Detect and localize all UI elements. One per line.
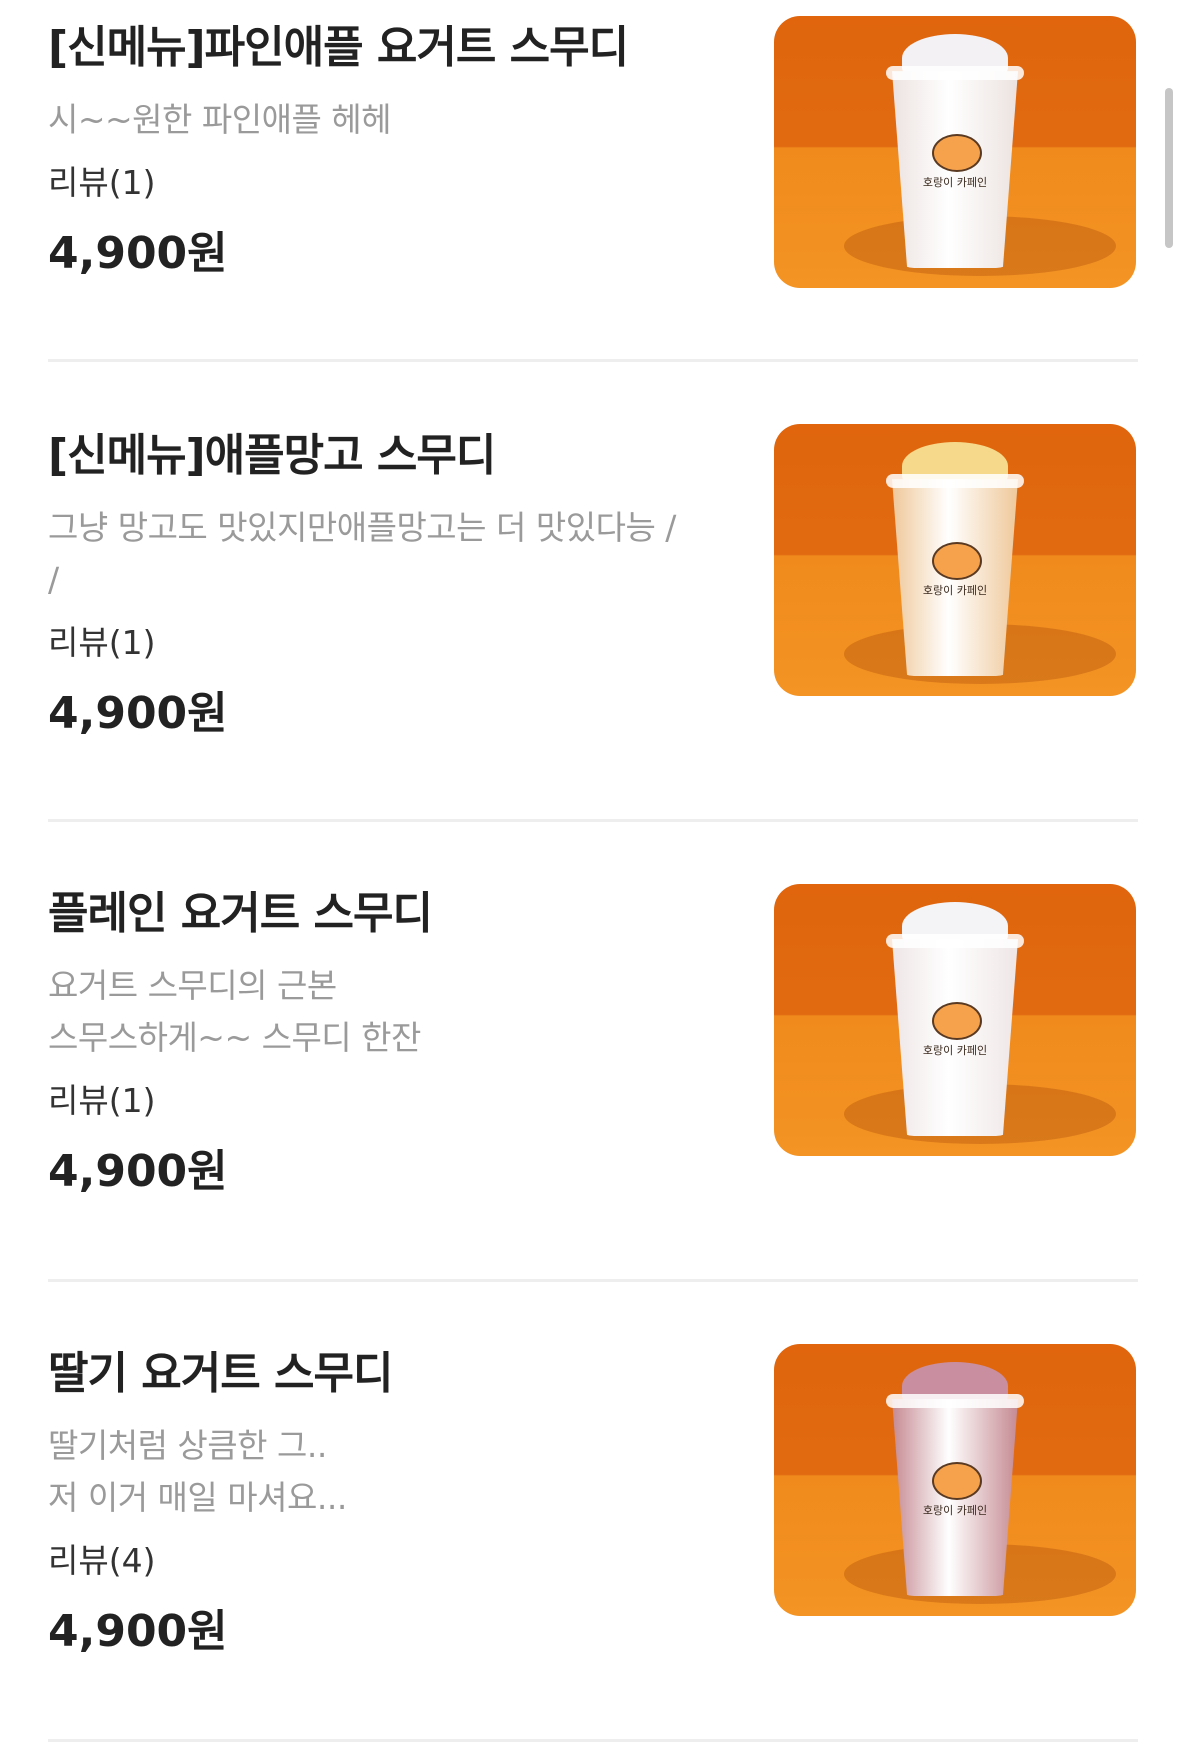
cup-logo-text: 호랑이 카페인 — [922, 584, 988, 597]
tiger-logo-icon — [932, 134, 982, 172]
menu-item-description: 딸기처럼 상큼한 그.. 저 이거 매일 마셔요... — [48, 1420, 708, 1524]
cup-rim — [886, 934, 1024, 948]
menu-item-description-line: 딸기처럼 상큼한 그.. — [48, 1426, 327, 1465]
menu-item-text: 플레인 요거트 스무디 요거트 스무디의 근본 스무스하게~~ 스무디 한잔 리… — [48, 886, 708, 1200]
menu-item-name: 딸기 요거트 스무디 — [48, 1348, 393, 1399]
tiger-logo-icon — [932, 542, 982, 580]
menu-item-text: [신메뉴]애플망고 스무디 그냥 망고도 맛있지만애플망고는 더 맛있다능 / … — [48, 428, 708, 742]
menu-item-price: 4,900원 — [48, 228, 228, 279]
menu-item-review-count[interactable]: 리뷰(1) — [48, 620, 708, 666]
menu-item-text: [신메뉴]파인애플 요거트 스무디 시~~원한 파인애플 헤헤 리뷰(1) 4,… — [48, 20, 708, 282]
menu-list: [신메뉴]파인애플 요거트 스무디 시~~원한 파인애플 헤헤 리뷰(1) 4,… — [48, 0, 1138, 1742]
menu-item-name: [신메뉴]애플망고 스무디 — [48, 430, 496, 481]
menu-item-description-line: / — [48, 560, 59, 599]
cup-rim — [886, 1394, 1024, 1408]
menu-item-price: 4,900원 — [48, 1146, 228, 1197]
menu-item-description: 시~~원한 파인애플 헤헤 — [48, 94, 708, 146]
menu-item-text: 딸기 요거트 스무디 딸기처럼 상큼한 그.. 저 이거 매일 마셔요... 리… — [48, 1346, 708, 1660]
menu-item-name: [신메뉴]파인애플 요거트 스무디 — [48, 22, 629, 73]
menu-item-strawberry-yogurt-smoothie[interactable]: 딸기 요거트 스무디 딸기처럼 상큼한 그.. 저 이거 매일 마셔요... 리… — [48, 1282, 1138, 1742]
cup-logo-text: 호랑이 카페인 — [922, 1504, 988, 1517]
menu-item-review-count[interactable]: 리뷰(1) — [48, 160, 708, 206]
menu-item-apple-mango-smoothie[interactable]: [신메뉴]애플망고 스무디 그냥 망고도 맛있지만애플망고는 더 맛있다능 / … — [48, 362, 1138, 822]
menu-item-description: 요거트 스무디의 근본 스무스하게~~ 스무디 한잔 — [48, 960, 708, 1064]
cup-rim — [886, 474, 1024, 488]
menu-item-description-line: 저 이거 매일 마셔요... — [48, 1478, 347, 1517]
menu-item-photo[interactable]: 호랑이 카페인 — [774, 1344, 1136, 1616]
menu-item-description-line: 요거트 스무디의 근본 — [48, 966, 337, 1005]
cup-logo-text: 호랑이 카페인 — [922, 1044, 988, 1057]
tiger-logo-icon — [932, 1002, 982, 1040]
menu-item-review-count[interactable]: 리뷰(4) — [48, 1538, 708, 1584]
menu-item-price: 4,900원 — [48, 1606, 228, 1657]
scrollbar[interactable] — [1165, 88, 1173, 248]
menu-item-photo[interactable]: 호랑이 카페인 — [774, 424, 1136, 696]
menu-item-photo[interactable]: 호랑이 카페인 — [774, 16, 1136, 288]
menu-item-description-line: 스무스하게~~ 스무디 한잔 — [48, 1018, 421, 1057]
menu-item-price: 4,900원 — [48, 688, 228, 739]
menu-item-description-line: 그냥 망고도 맛있지만애플망고는 더 맛있다능 / — [48, 508, 676, 547]
menu-item-plain-yogurt-smoothie[interactable]: 플레인 요거트 스무디 요거트 스무디의 근본 스무스하게~~ 스무디 한잔 리… — [48, 822, 1138, 1282]
menu-item-review-count[interactable]: 리뷰(1) — [48, 1078, 708, 1124]
menu-item-name: 플레인 요거트 스무디 — [48, 888, 433, 939]
menu-item-pineapple-yogurt-smoothie[interactable]: [신메뉴]파인애플 요거트 스무디 시~~원한 파인애플 헤헤 리뷰(1) 4,… — [48, 0, 1138, 362]
tiger-logo-icon — [932, 1462, 982, 1500]
menu-item-description-line: 시~~원한 파인애플 헤헤 — [48, 100, 392, 139]
cup-logo-text: 호랑이 카페인 — [922, 176, 988, 189]
menu-item-description: 그냥 망고도 맛있지만애플망고는 더 맛있다능 / / — [48, 502, 708, 606]
cup-rim — [886, 66, 1024, 80]
menu-item-photo[interactable]: 호랑이 카페인 — [774, 884, 1136, 1156]
